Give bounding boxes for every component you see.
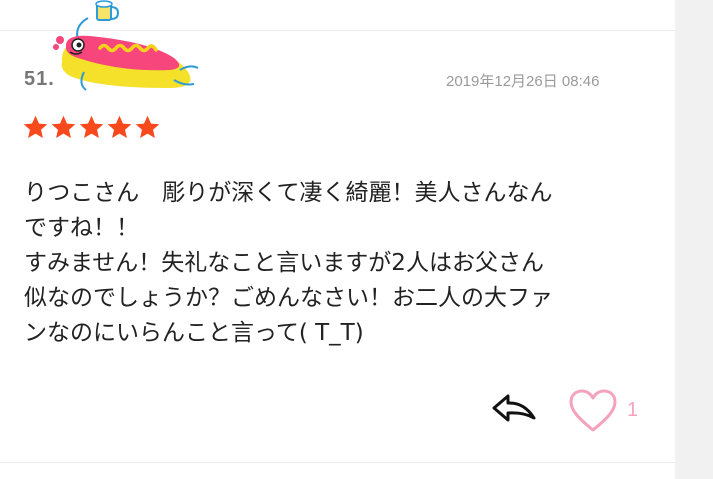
star-rating (22, 114, 161, 141)
review-comment: りつこさん 彫りが深くて凄く綺麗！美人さんなん ですね！！ すみません！失礼なこ… (24, 176, 654, 351)
comment-line: 似なのでしょうか？ごめんなさい！お二人の大ファ (24, 285, 553, 311)
heart-icon (569, 389, 617, 432)
comment-line: すみません！失礼なこと言いますが2人はお父さん (24, 250, 544, 276)
review-timestamp: 2019年12月26日 08:46 (446, 73, 600, 90)
comment-line: りつこさん 彫りが深くて凄く綺麗！美人さんなん (24, 180, 553, 206)
star-icon (79, 115, 104, 138)
like-count: 1 (627, 399, 639, 421)
hotdog-mascot-icon (53, 0, 199, 91)
reply-button[interactable] (490, 392, 538, 426)
reply-arrow-icon (492, 394, 536, 422)
review-card: 51. 2019年12月26日 08:46 りつこさん 彫りが深くて凄く綺麗！美… (0, 0, 675, 479)
comment-line: ですね！！ (24, 215, 139, 241)
divider (0, 462, 675, 463)
star-icon (135, 115, 160, 138)
star-icon (51, 115, 76, 138)
comment-line: ンなのにいらんこと言って( T_T) (24, 320, 364, 346)
like-button[interactable] (568, 388, 618, 434)
scrollbar-track[interactable] (675, 0, 713, 479)
star-icon (23, 115, 48, 138)
star-icon (107, 115, 132, 138)
